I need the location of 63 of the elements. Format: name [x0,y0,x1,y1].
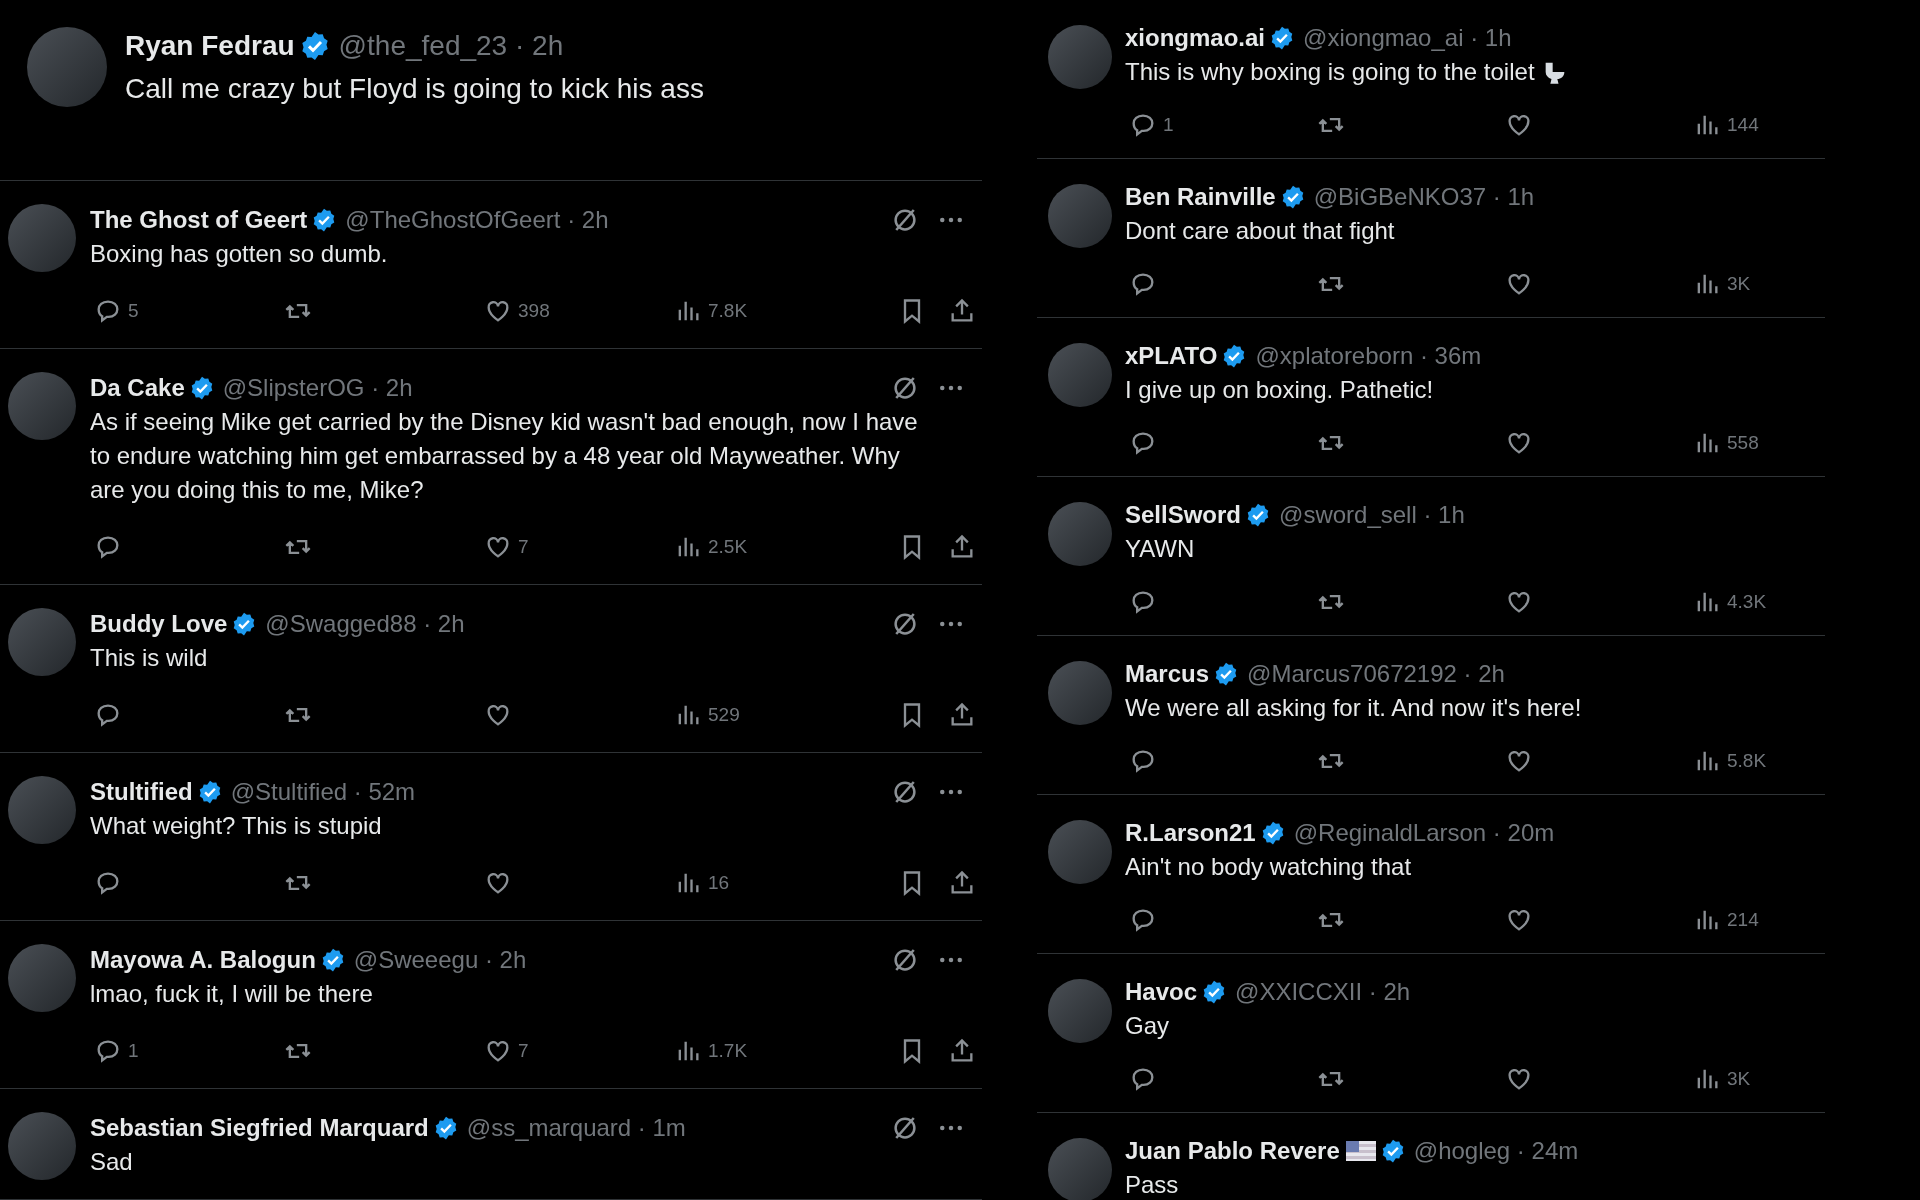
view-count: 3K [1727,1068,1751,1090]
handle-and-time[interactable]: @the_fed_23 · 2h [338,30,564,62]
author-name[interactable]: Juan Pablo Revere [1125,1137,1340,1165]
author-name[interactable]: Marcus [1125,660,1210,688]
handle-and-time[interactable]: @SlipsterOG · 2h [222,374,413,402]
like-count: 7 [518,1040,529,1062]
author-name[interactable]: Mayowa A. Balogun [90,946,316,974]
author-name[interactable]: R.Larson21 [1125,819,1256,847]
reply-text: Boxing has gotten so dumb. [90,239,389,269]
reply-text: YAWN [1125,534,1195,564]
reply-text: Ain't no body watching that [1125,852,1412,882]
view-count: 2.5K [708,536,748,558]
handle-and-time[interactable]: @BiGBeNKO37 · 1h [1313,183,1535,211]
handle-and-time[interactable]: @sword_sell · 1h [1279,501,1465,529]
handle-and-time[interactable]: @Swagged88 · 2h [265,610,465,638]
view-count: 214 [1727,909,1759,931]
reply-text: As if seeing Mike get carried by the Disney kid wasn't bad enough, now I have to endure watching him get embarrassed by a 48 year old Mayweather. Why are you doing this to me, Mike? [90,407,919,505]
author-name[interactable]: xPLATO [1125,342,1218,370]
reply-text: Sad [90,1147,134,1177]
author-name[interactable]: Havoc [1125,978,1198,1006]
author-name[interactable]: Stultified [90,778,193,806]
handle-and-time[interactable]: @ReginaldLarson · 20m [1293,819,1555,847]
reply-count: 1 [1163,114,1174,136]
reply-text: What weight? This is stupid [90,811,383,841]
handle-and-time[interactable]: @Stultified · 52m [230,778,416,806]
handle-and-time[interactable]: @xiongmao_ai · 1h [1303,24,1512,52]
post-text: Call me crazy but Floyd is going to kick his ass [125,72,705,106]
like-count: 398 [518,300,550,322]
view-count: 3K [1727,273,1751,295]
reply-text: Dont care about that fight [1125,216,1395,246]
reply-count: 1 [128,1040,139,1062]
handle-and-time[interactable]: @ss_marquard · 1m [466,1114,686,1142]
view-count: 558 [1727,432,1759,454]
reply-text: I give up on boxing. Pathetic! [1125,375,1434,405]
view-count: 5.8K [1727,750,1767,772]
reply-text: lmao, fuck it, I will be there [90,979,374,1009]
author-name[interactable]: Ben Rainville [1125,183,1276,211]
view-count: 1.7K [708,1040,748,1062]
view-count: 16 [708,872,730,894]
handle-and-time[interactable]: @XXICCXII · 2h [1235,978,1411,1006]
view-count: 144 [1727,114,1759,136]
reply-text: This is why boxing is going to the toilet [1125,57,1535,87]
view-count: 529 [708,704,740,726]
reply-count: 5 [128,300,139,322]
author-name[interactable]: SellSword [1125,501,1242,529]
author-name[interactable]: Buddy Love [90,610,228,638]
reply-text: Pass [1125,1170,1179,1200]
handle-and-time[interactable]: @Sweeegu · 2h [353,946,527,974]
author-name[interactable]: Ryan Fedrau [125,30,295,62]
view-count: 4.3K [1727,591,1767,613]
reply-text: Gay [1125,1011,1169,1041]
handle-and-time[interactable]: @hogleg · 24m [1413,1137,1579,1165]
author-name[interactable]: Sebastian Siegfried Marquard [90,1114,429,1142]
reply-text: This is wild [90,643,209,673]
handle-and-time[interactable]: @Marcus70672192 · 2h [1247,660,1505,688]
handle-and-time[interactable]: @TheGhostOfGeert · 2h [345,206,609,234]
handle-and-time[interactable]: @xplatoreborn · 36m [1255,342,1482,370]
reply-text: We were all asking for it. And now it's here! [1125,693,1582,723]
author-name[interactable]: Da Cake [90,374,185,402]
view-count: 7.8K [708,300,748,322]
author-name[interactable]: xiongmao.ai [1125,24,1266,52]
like-count: 7 [518,536,529,558]
author-name[interactable]: The Ghost of Geert [90,206,308,234]
